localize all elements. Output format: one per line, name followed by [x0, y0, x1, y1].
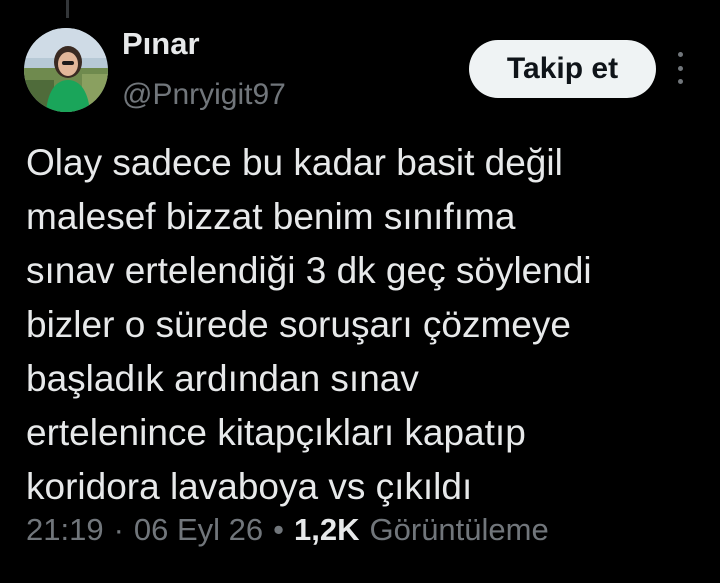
tweet-text-line: başladık ardından sınav: [26, 358, 419, 399]
tweet-time[interactable]: 21:19: [26, 512, 104, 548]
follow-button[interactable]: Takip et: [469, 40, 656, 98]
more-icon-dot: [677, 79, 683, 84]
tweet-text-line: malesef bizzat benim sınıfıma: [26, 196, 516, 237]
more-vertical-icon[interactable]: [672, 52, 688, 84]
avatar[interactable]: [24, 28, 108, 112]
views-count[interactable]: 1,2K: [294, 512, 369, 548]
more-icon-dot: [677, 52, 683, 57]
author-display-name[interactable]: Pınar: [122, 26, 200, 62]
tweet-text: Olay sadece bu kadar basit değil malesef…: [26, 136, 706, 514]
tweet-text-line: ertelenince kitapçıkları kapatıp: [26, 412, 526, 453]
tweet-text-line: Olay sadece bu kadar basit değil: [26, 142, 563, 183]
thread-connector-line: [66, 0, 69, 18]
meta-separator: ·: [113, 512, 124, 547]
meta-separator: •: [273, 512, 285, 547]
author-handle[interactable]: @Pnryigit97: [122, 78, 286, 112]
more-icon-dot: [677, 65, 683, 71]
tweet-date[interactable]: 06 Eyl 26: [134, 512, 263, 548]
views-label[interactable]: Görüntüleme: [370, 512, 549, 548]
tweet-text-line: koridora lavaboya vs çıkıldı: [26, 466, 473, 507]
avatar-image: [24, 28, 108, 112]
tweet-text-line: bizler o sürede soruşarı çözmeye: [26, 304, 571, 345]
tweet-metadata: 21:19 · 06 Eyl 26 • 1,2K Görüntüleme: [26, 512, 549, 548]
tweet-text-line: sınav ertelendiği 3 dk geç söylendi: [26, 250, 592, 291]
